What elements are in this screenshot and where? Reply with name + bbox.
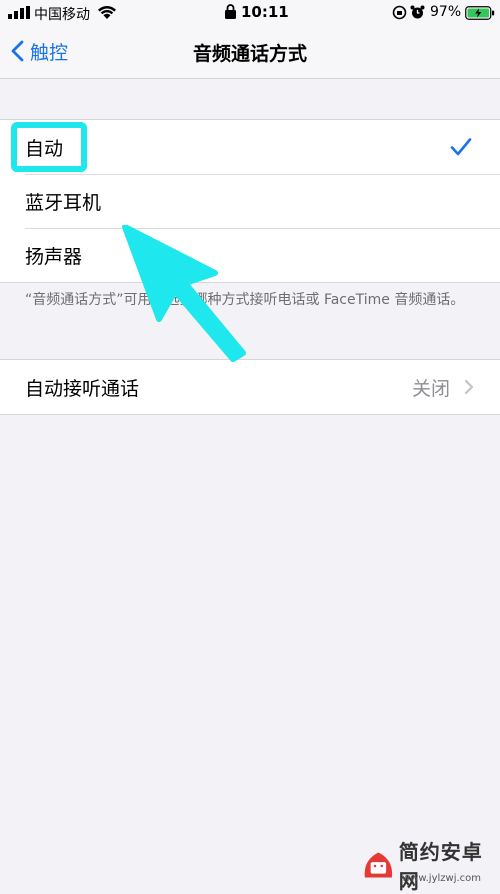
orientation-lock-icon <box>225 4 236 19</box>
auto-answer-group: 自动接听通话 关闭 <box>0 359 500 415</box>
cellular-signal-icon <box>8 6 30 19</box>
option-automatic[interactable]: 自动 <box>0 120 500 174</box>
auto-answer-label: 自动接听通话 <box>25 377 140 400</box>
option-bluetooth-headset-label: 蓝牙耳机 <box>25 191 102 214</box>
annotation-arrow-icon <box>122 225 246 362</box>
android-logo-icon <box>364 852 393 878</box>
auto-answer-value: 关闭 <box>411 377 450 400</box>
clock-time: 10:11 <box>241 3 289 21</box>
option-speaker-label: 扬声器 <box>25 245 83 268</box>
alarm-icon <box>410 5 425 19</box>
wifi-icon <box>98 6 116 19</box>
checkmark-icon <box>450 138 472 156</box>
watermark-url: www.jylzwj.com <box>402 873 482 884</box>
page-title: 音频通话方式 <box>192 43 307 65</box>
watermark: 简约安卓网 www.jylzwj.com <box>362 840 500 893</box>
option-automatic-label: 自动 <box>11 121 87 172</box>
auto-answer-row[interactable]: 自动接听通话 关闭 <box>0 360 500 414</box>
annotation-highlight-box <box>11 121 87 172</box>
carrier-name: 中国移动 <box>34 7 90 23</box>
battery-percentage: 97% <box>430 4 462 20</box>
option-bluetooth-headset[interactable]: 蓝牙耳机 <box>0 174 500 228</box>
battery-charging-icon <box>465 6 495 20</box>
rotation-lock-icon <box>392 5 407 20</box>
navigation-bar: 触控 音频通话方式 <box>0 26 500 79</box>
chevron-right-icon <box>464 379 474 395</box>
status-bar: 中国移动 10:11 97% <box>0 0 500 26</box>
watermark-name: 简约安卓网 <box>398 840 483 893</box>
